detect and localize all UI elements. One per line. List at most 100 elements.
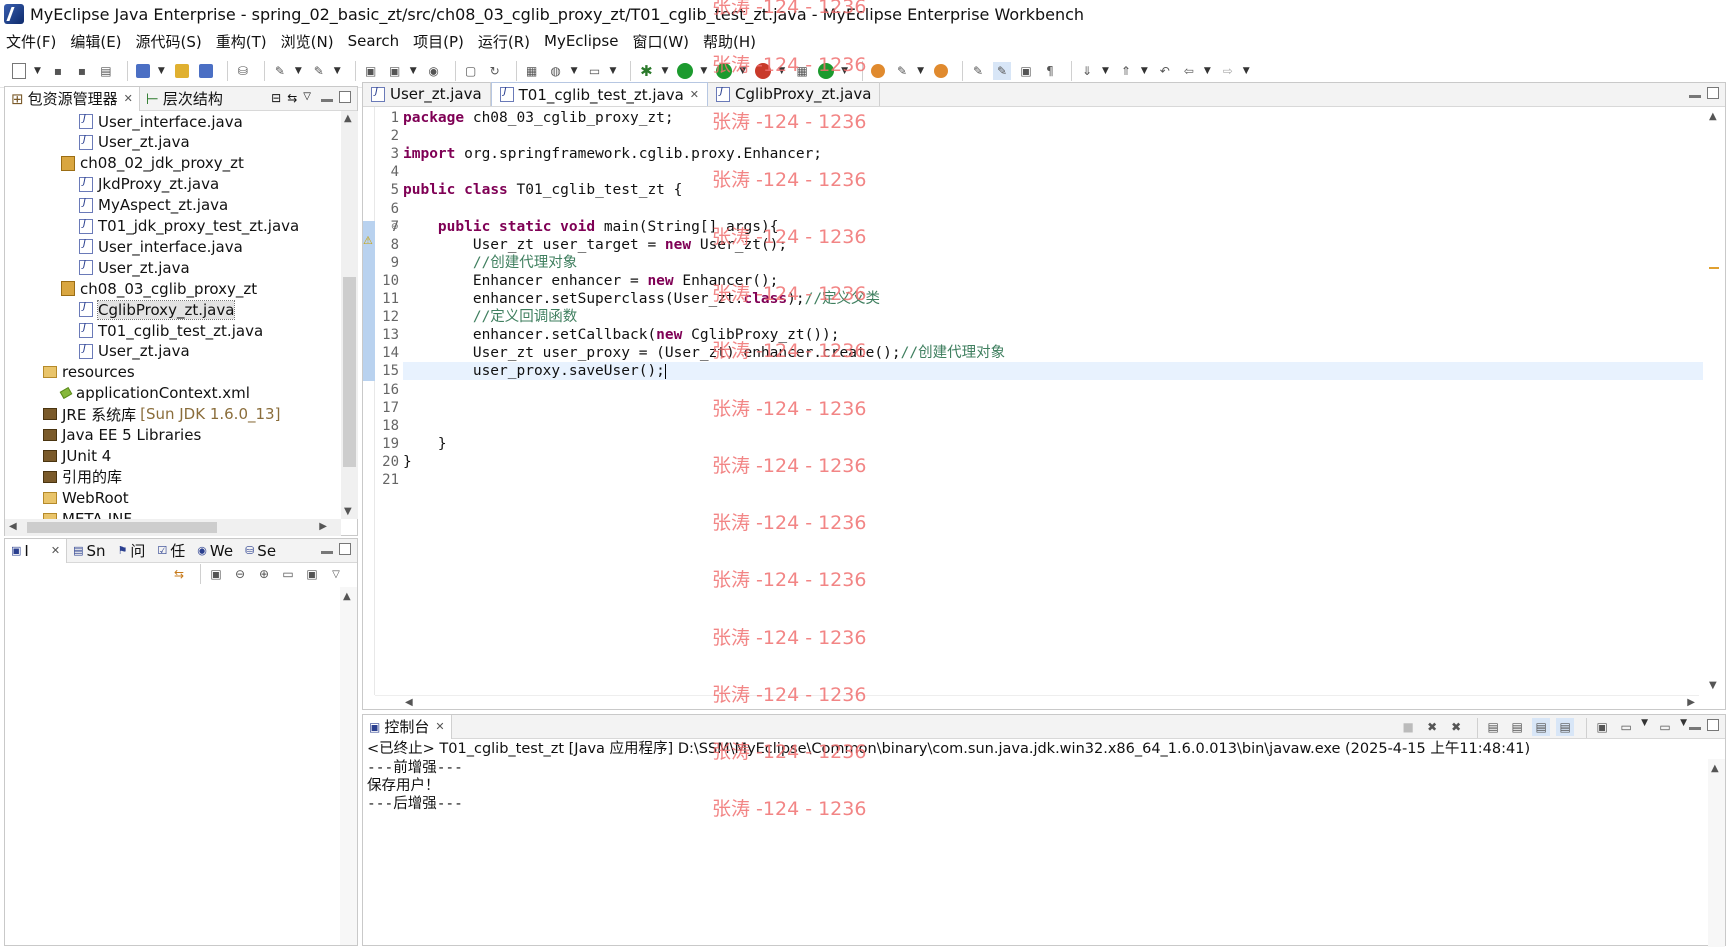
screen-dropdown-icon[interactable]: ▼: [610, 66, 617, 76]
outline-scrollbar[interactable]: ▲: [340, 587, 357, 945]
code-line[interactable]: //创建代理对象: [403, 254, 577, 272]
web-icon[interactable]: ▣: [386, 62, 404, 80]
maximize-icon[interactable]: [339, 91, 351, 103]
back-icon[interactable]: ⇦: [1180, 62, 1198, 80]
database-icon[interactable]: ◍: [547, 62, 565, 80]
new-file-icon[interactable]: [10, 62, 28, 80]
new-dropdown-icon[interactable]: ▼: [34, 66, 41, 76]
tree-item[interactable]: User_interface.java: [79, 236, 243, 257]
code-line[interactable]: }: [403, 453, 412, 471]
code-line[interactable]: enhancer.setCallback(new CglibProxy_zt()…: [403, 326, 840, 344]
scroll-up-icon[interactable]: ▲: [343, 591, 351, 602]
show-on-error-icon[interactable]: ▤: [1556, 718, 1575, 736]
forward-icon[interactable]: ⇨: [1219, 62, 1237, 80]
scroll-left-icon[interactable]: ◀: [405, 697, 413, 708]
profile-icon[interactable]: [817, 62, 835, 80]
code-line[interactable]: public class T01_cglib_test_zt {: [403, 181, 682, 199]
menu-item[interactable]: 编辑(E): [70, 31, 121, 52]
tree-item[interactable]: T01_cglib_test_zt.java: [79, 320, 263, 341]
scroll-up-icon[interactable]: ▲: [1711, 763, 1719, 774]
web-service-icon[interactable]: ▣: [362, 62, 380, 80]
tree-item[interactable]: JRE 系统库 [Sun JDK 1.6.0_13]: [43, 404, 280, 425]
code-line[interactable]: User_zt user_proxy = (User_zt) enhancer.…: [403, 344, 1005, 362]
zoom-out-icon[interactable]: ⊖: [231, 565, 249, 583]
new-java-project-icon[interactable]: [134, 62, 152, 80]
forward-dropdown-icon[interactable]: ▼: [1243, 66, 1250, 76]
tab-bottom-left[interactable]: ⛁ Se: [239, 539, 282, 563]
editor-tab[interactable]: User_zt.java: [363, 82, 491, 106]
code-line[interactable]: //定义回调函数: [403, 308, 577, 326]
tree-item[interactable]: User_zt.java: [79, 341, 190, 362]
annotation-icon[interactable]: ✎: [969, 62, 987, 80]
image-icon[interactable]: ▣: [207, 565, 225, 583]
save-all-icon[interactable]: ▪: [73, 62, 91, 80]
menu-item[interactable]: 帮助(H): [703, 31, 756, 52]
tab-bottom-left[interactable]: ▤ Sn: [67, 539, 111, 563]
deploy-dropdown-icon[interactable]: ▼: [295, 66, 302, 76]
menu-item[interactable]: 窗口(W): [632, 31, 689, 52]
menu-item[interactable]: 文件(F): [6, 31, 56, 52]
clear-console-icon[interactable]: ▤: [1484, 718, 1502, 736]
link-editor-icon[interactable]: ⇆: [287, 91, 297, 105]
project-dropdown-icon[interactable]: ▼: [158, 66, 165, 76]
scroll-lock-icon[interactable]: ▤: [1508, 718, 1526, 736]
tree-item[interactable]: ch08_03_cglib_proxy_zt: [61, 278, 257, 299]
pen-icon[interactable]: ✎: [893, 62, 911, 80]
view-menu-icon[interactable]: ▽: [327, 565, 345, 583]
back-dropdown-icon[interactable]: ▼: [1204, 66, 1211, 76]
tree-horizontal-scrollbar[interactable]: ◀ ▶: [5, 519, 341, 536]
scroll-left-icon[interactable]: ◀: [9, 521, 17, 532]
code-line[interactable]: user_proxy.saveUser();: [403, 362, 666, 380]
browser-icon[interactable]: ◉: [425, 62, 443, 80]
profile-dropdown-icon[interactable]: ▼: [841, 66, 848, 76]
tab-hierarchy[interactable]: ⊢ 层次结构: [140, 87, 229, 111]
warning-marker-icon[interactable]: ⚠: [363, 234, 373, 247]
console-output[interactable]: ---前增强--- 保存用户！ ---后增强---: [363, 759, 1707, 947]
block-select-icon[interactable]: ▣: [1017, 62, 1035, 80]
menu-item[interactable]: 源代码(S): [136, 31, 202, 52]
remove-all-icon[interactable]: ✖: [1447, 718, 1465, 736]
scroll-up-icon[interactable]: ▲: [344, 113, 352, 124]
close-icon[interactable]: ✕: [51, 544, 60, 557]
last-edit-icon[interactable]: ↶: [1156, 62, 1174, 80]
debug-icon[interactable]: ✱: [637, 62, 655, 80]
highlight-icon[interactable]: ✎: [992, 61, 1011, 80]
show-whitespace-icon[interactable]: ¶: [1041, 62, 1059, 80]
editor-horizontal-scrollbar[interactable]: ◀ ▶: [375, 695, 1699, 709]
overview-marker[interactable]: [1709, 267, 1719, 269]
run-config-icon[interactable]: [715, 62, 733, 80]
ant-icon[interactable]: ▢: [462, 62, 480, 80]
code-area[interactable]: package ch08_03_cglib_proxy_zt;import or…: [403, 107, 1703, 695]
deploy-icon[interactable]: ✎: [271, 62, 289, 80]
tab-bottom-left[interactable]: ▣ I ✕: [5, 538, 68, 563]
refresh-icon[interactable]: ↻: [486, 62, 504, 80]
editor-tab[interactable]: T01_cglib_test_zt.java ✕: [490, 82, 708, 106]
code-line[interactable]: package ch08_03_cglib_proxy_zt;: [403, 109, 674, 127]
menu-item[interactable]: 项目(P): [413, 31, 464, 52]
server-icon[interactable]: ⛁: [234, 62, 252, 80]
database-dropdown-icon[interactable]: ▼: [571, 66, 578, 76]
tree-item[interactable]: ch08_02_jdk_proxy_zt: [61, 153, 244, 174]
tab-package-explorer[interactable]: ⊞ 包资源管理器 ✕: [5, 86, 140, 111]
view-menu-icon[interactable]: ▽: [303, 91, 311, 105]
scroll-down-icon[interactable]: ▼: [1709, 680, 1717, 691]
web-dropdown-icon[interactable]: ▼: [410, 66, 417, 76]
print-icon[interactable]: ▤: [97, 62, 115, 80]
sync-icon[interactable]: ⇆: [170, 565, 188, 583]
display-console-icon[interactable]: ▭: [1617, 718, 1635, 736]
tree-item[interactable]: Java EE 5 Libraries: [43, 425, 201, 446]
menu-item[interactable]: 运行(R): [478, 31, 530, 52]
tree-item[interactable]: CglibProxy_zt.java: [79, 299, 236, 320]
editor-tab[interactable]: CglibProxy_zt.java: [708, 82, 881, 106]
collapse-all-icon[interactable]: ⊟: [271, 91, 281, 105]
scroll-up-icon[interactable]: ▲: [1709, 111, 1717, 122]
next-annotation-icon[interactable]: ⇓: [1078, 62, 1096, 80]
minimize-icon[interactable]: [321, 551, 333, 554]
code-line[interactable]: import org.springframework.cglib.proxy.E…: [403, 145, 822, 163]
fit-icon[interactable]: ▭: [279, 565, 297, 583]
remove-launch-icon[interactable]: ✖: [1423, 718, 1441, 736]
search-folder-icon[interactable]: [932, 62, 950, 80]
fold-toggle-icon[interactable]: ⊖: [391, 222, 399, 232]
scroll-right-icon[interactable]: ▶: [319, 521, 327, 532]
tree-item[interactable]: applicationContext.xml: [59, 383, 250, 404]
